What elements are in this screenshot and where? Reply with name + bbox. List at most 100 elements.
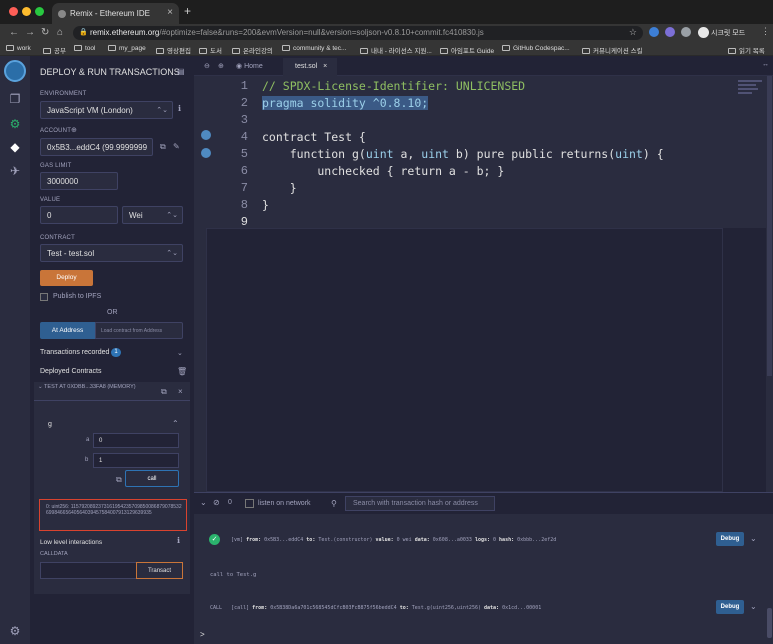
bookmark-item[interactable]: 도서 bbox=[199, 45, 222, 55]
info-icon[interactable]: ℹ bbox=[178, 104, 181, 113]
home-icon[interactable]: ⌂ bbox=[57, 27, 63, 38]
add-account-icon[interactable]: ⊕ bbox=[71, 126, 77, 134]
expand-log-icon[interactable]: ⌄ bbox=[750, 602, 757, 611]
debug-button[interactable]: Debug bbox=[716, 600, 744, 614]
zoom-in-icon[interactable]: ⊕ bbox=[218, 62, 224, 70]
info-icon[interactable]: ℹ bbox=[177, 536, 180, 545]
bookmark-item[interactable]: GitHub Codespac... bbox=[502, 45, 570, 52]
contract-select[interactable]: Test - test.sol ⌃⌄ bbox=[40, 244, 183, 262]
copy-icon[interactable]: ⧉ bbox=[160, 142, 166, 152]
puzzle-icon[interactable] bbox=[681, 27, 691, 37]
deploy-button[interactable]: Deploy bbox=[40, 270, 93, 286]
bookmark-star-icon[interactable]: ☆ bbox=[629, 27, 637, 38]
clear-console-icon[interactable]: ⊘ bbox=[213, 498, 220, 507]
expand-log-icon[interactable]: ⌄ bbox=[750, 534, 757, 543]
log-deploy[interactable]: [vm] from: 0x5B3...eddC4 to: Test.(const… bbox=[231, 537, 556, 543]
tab-home[interactable]: ◉ Home bbox=[236, 62, 263, 70]
calldata-input[interactable] bbox=[40, 562, 137, 579]
panel-docs-icon[interactable]: ▤ bbox=[177, 67, 185, 76]
bookmark-item[interactable]: work bbox=[6, 45, 31, 52]
at-address-button[interactable]: At Address bbox=[40, 322, 95, 339]
terminal-prompt[interactable]: > bbox=[200, 630, 205, 639]
close-window-button[interactable] bbox=[9, 7, 18, 16]
zoom-out-icon[interactable]: ⊖ bbox=[204, 62, 210, 70]
browser-tab-title: Remix - Ethereum IDE bbox=[70, 9, 151, 18]
line-number: 1 bbox=[240, 79, 248, 93]
incognito-profile[interactable]: 시크릿 모드 bbox=[697, 26, 759, 39]
bookmark-item[interactable]: 커뮤니케이션 스킬 bbox=[582, 45, 643, 55]
terminal-search-input[interactable]: Search with transaction hash or address bbox=[345, 496, 495, 511]
instance-title[interactable]: ⌄ TEST AT 0XDBB...33FA8 (MEMORY) bbox=[38, 384, 136, 390]
trash-icon[interactable]: 🗑 bbox=[177, 367, 187, 376]
transact-button[interactable]: Transact bbox=[136, 562, 183, 579]
chevron-down-icon: ⌃⌄ bbox=[166, 212, 178, 219]
editor-minimap[interactable] bbox=[738, 80, 764, 102]
breakpoint-marker[interactable] bbox=[201, 148, 211, 158]
copy-calldata-icon[interactable]: ⧉ bbox=[116, 475, 122, 485]
arg-b-input[interactable]: 1 bbox=[93, 453, 179, 468]
zoom-window-button[interactable] bbox=[35, 7, 44, 16]
copy-address-icon[interactable]: ⧉ bbox=[161, 387, 167, 397]
line-number: 2 bbox=[240, 96, 248, 110]
minimap-shadow bbox=[723, 228, 766, 492]
arg-a-name: a bbox=[86, 437, 90, 443]
editor-scrollbar[interactable] bbox=[766, 76, 773, 492]
plugin-manager-icon[interactable]: ✈ bbox=[8, 164, 22, 178]
bookmark-item[interactable]: 온라인강의 bbox=[232, 45, 273, 55]
remix-logo-icon[interactable] bbox=[4, 60, 26, 82]
reload-icon[interactable]: ↻ bbox=[41, 27, 49, 38]
chevron-up-icon[interactable]: ⌃ bbox=[172, 419, 179, 428]
new-tab-icon[interactable]: + bbox=[184, 4, 191, 18]
terminal-scrollbar[interactable] bbox=[767, 608, 772, 638]
listen-on-network-checkbox[interactable] bbox=[245, 499, 254, 508]
chevron-down-icon[interactable]: ⌄ bbox=[177, 349, 183, 357]
publish-ipfs-checkbox[interactable] bbox=[40, 293, 48, 301]
browser-tab[interactable]: Remix - Ethereum IDE × bbox=[52, 3, 179, 24]
transactions-recorded-label[interactable]: Transactions recorded bbox=[40, 349, 109, 356]
extension-icon[interactable] bbox=[649, 27, 659, 37]
expand-icon[interactable]: ↔ bbox=[762, 61, 769, 68]
bookmark-item[interactable]: 내내 - 라이선스 지원... bbox=[360, 45, 432, 55]
value-input[interactable]: 0 bbox=[40, 206, 118, 224]
minimize-window-button[interactable] bbox=[22, 7, 31, 16]
environment-select[interactable]: JavaScript VM (London) ⌃⌄ bbox=[40, 101, 173, 119]
debug-button[interactable]: Debug bbox=[716, 532, 744, 546]
back-arrow-icon[interactable]: ← bbox=[9, 27, 19, 38]
bookmarks-bar: work 공부 tool my_page 영상편집 도서 온라인강의 commu… bbox=[0, 42, 773, 56]
remove-instance-icon[interactable]: × bbox=[178, 387, 183, 396]
contract-label: CONTRACT bbox=[40, 235, 75, 241]
breakpoint-marker[interactable] bbox=[201, 130, 211, 140]
value-unit-select[interactable]: Wei ⌃⌄ bbox=[122, 206, 183, 224]
calldata-label: CALLDATA bbox=[40, 551, 68, 557]
extension-icon[interactable] bbox=[665, 27, 675, 37]
solidity-compiler-icon[interactable]: ⚙ bbox=[8, 117, 22, 131]
file-explorer-icon[interactable]: ❐ bbox=[8, 92, 22, 106]
forward-arrow-icon[interactable]: → bbox=[25, 27, 35, 38]
account-select[interactable]: 0x5B3...eddC4 (99.9999999 bbox=[40, 138, 153, 156]
arg-a-input[interactable]: 0 bbox=[93, 433, 179, 448]
log-call[interactable]: CALL [call] from: 0x5B38Da6a701c568545dC… bbox=[210, 605, 541, 611]
close-tab-icon[interactable]: × bbox=[167, 7, 173, 18]
bookmark-item[interactable]: tool bbox=[74, 45, 95, 52]
address-bar[interactable]: 🔒 remix.ethereum.org/#optimize=false&run… bbox=[73, 26, 643, 40]
settings-gear-icon[interactable]: ⚙ bbox=[8, 624, 22, 638]
bookmark-item[interactable]: 공부 bbox=[43, 45, 66, 55]
edit-icon[interactable]: ✎ bbox=[173, 142, 180, 151]
scrollbar-thumb[interactable] bbox=[767, 76, 772, 376]
deploy-run-icon[interactable]: ◆ bbox=[8, 140, 22, 154]
tab-test-sol[interactable]: test.sol × bbox=[283, 58, 337, 76]
bookmark-item[interactable]: my_page bbox=[108, 45, 146, 52]
bookmark-item[interactable]: community & tec... bbox=[282, 45, 346, 52]
reading-list[interactable]: 읽기 목록 bbox=[728, 45, 765, 55]
listen-on-network-label: listen on network bbox=[258, 500, 311, 507]
folder-icon bbox=[6, 45, 14, 51]
more-menu-icon[interactable]: ⋮ bbox=[761, 26, 770, 37]
collapse-terminal-icon[interactable]: ⌄ bbox=[200, 498, 207, 507]
value-label: VALUE bbox=[40, 197, 61, 203]
gas-limit-input[interactable]: 3000000 bbox=[40, 172, 118, 190]
load-contract-address-input[interactable]: Load contract from Address bbox=[95, 322, 183, 339]
bookmark-item[interactable]: 아임포트 Guide bbox=[440, 45, 494, 55]
call-button[interactable]: call bbox=[125, 470, 179, 487]
bookmark-item[interactable]: 영상편집 bbox=[156, 45, 191, 55]
close-tab-icon[interactable]: × bbox=[323, 63, 327, 70]
